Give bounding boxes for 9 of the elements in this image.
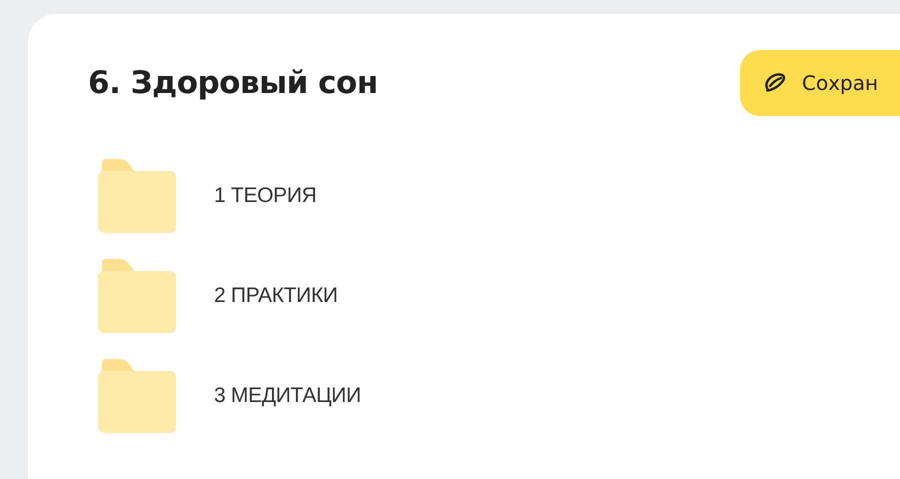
save-button[interactable]: Сохран (740, 50, 900, 116)
folder-name[interactable]: 2 ПРАКТИКИ (214, 284, 338, 308)
folder-icon[interactable] (98, 359, 176, 433)
pen-icon (762, 72, 788, 94)
folder-title: 6. Здоровый сон (88, 65, 378, 101)
folder-icon[interactable] (98, 159, 176, 233)
folder-name[interactable]: 1 ТЕОРИЯ (214, 184, 317, 208)
folder-name[interactable]: 3 МЕДИТАЦИИ (214, 384, 361, 408)
folder-icon[interactable] (98, 259, 176, 333)
